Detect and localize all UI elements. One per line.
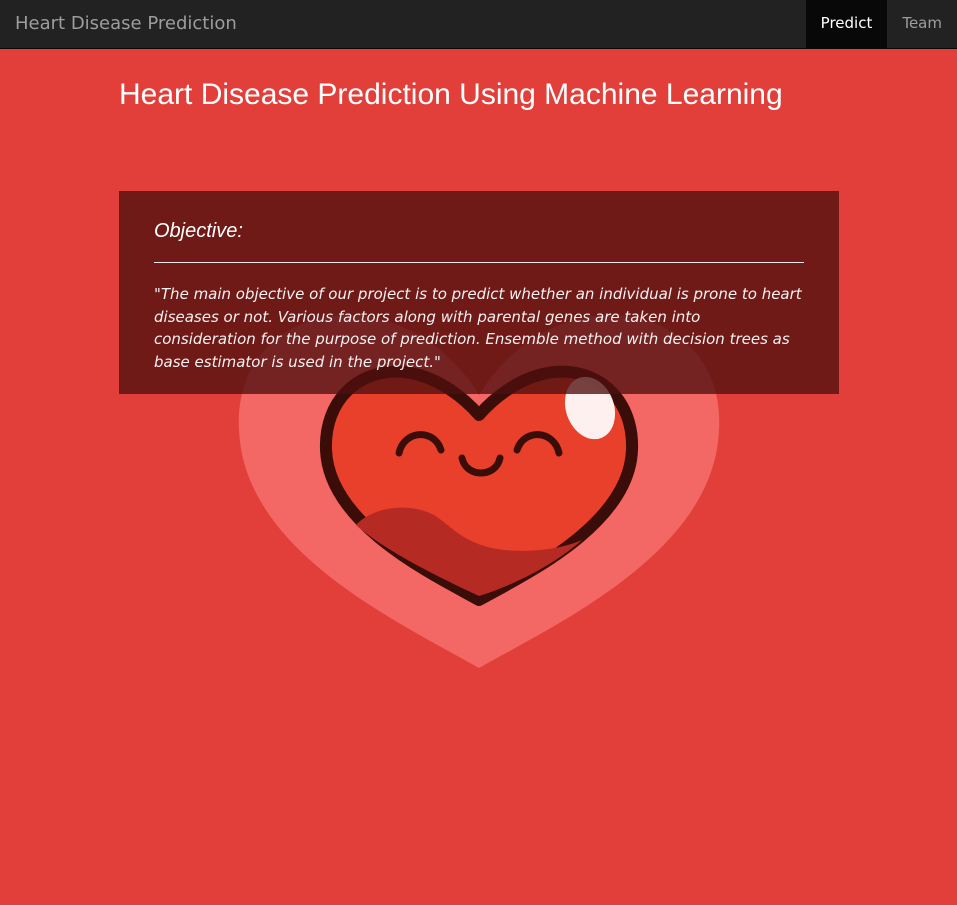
objective-panel: Objective: "The main objective of our pr… xyxy=(119,191,839,394)
objective-heading: Objective: xyxy=(154,220,243,242)
navbar-brand[interactable]: Heart Disease Prediction xyxy=(15,0,237,49)
nav-link-predict[interactable]: Predict xyxy=(805,0,888,49)
objective-divider xyxy=(154,262,804,263)
navbar: Heart Disease Prediction Predict Team xyxy=(0,0,957,49)
nav-links: Predict Team xyxy=(805,0,957,49)
nav-link-team[interactable]: Team xyxy=(887,0,957,49)
page-title: Heart Disease Prediction Using Machine L… xyxy=(119,78,783,111)
objective-text: "The main objective of our project is to… xyxy=(154,285,802,371)
